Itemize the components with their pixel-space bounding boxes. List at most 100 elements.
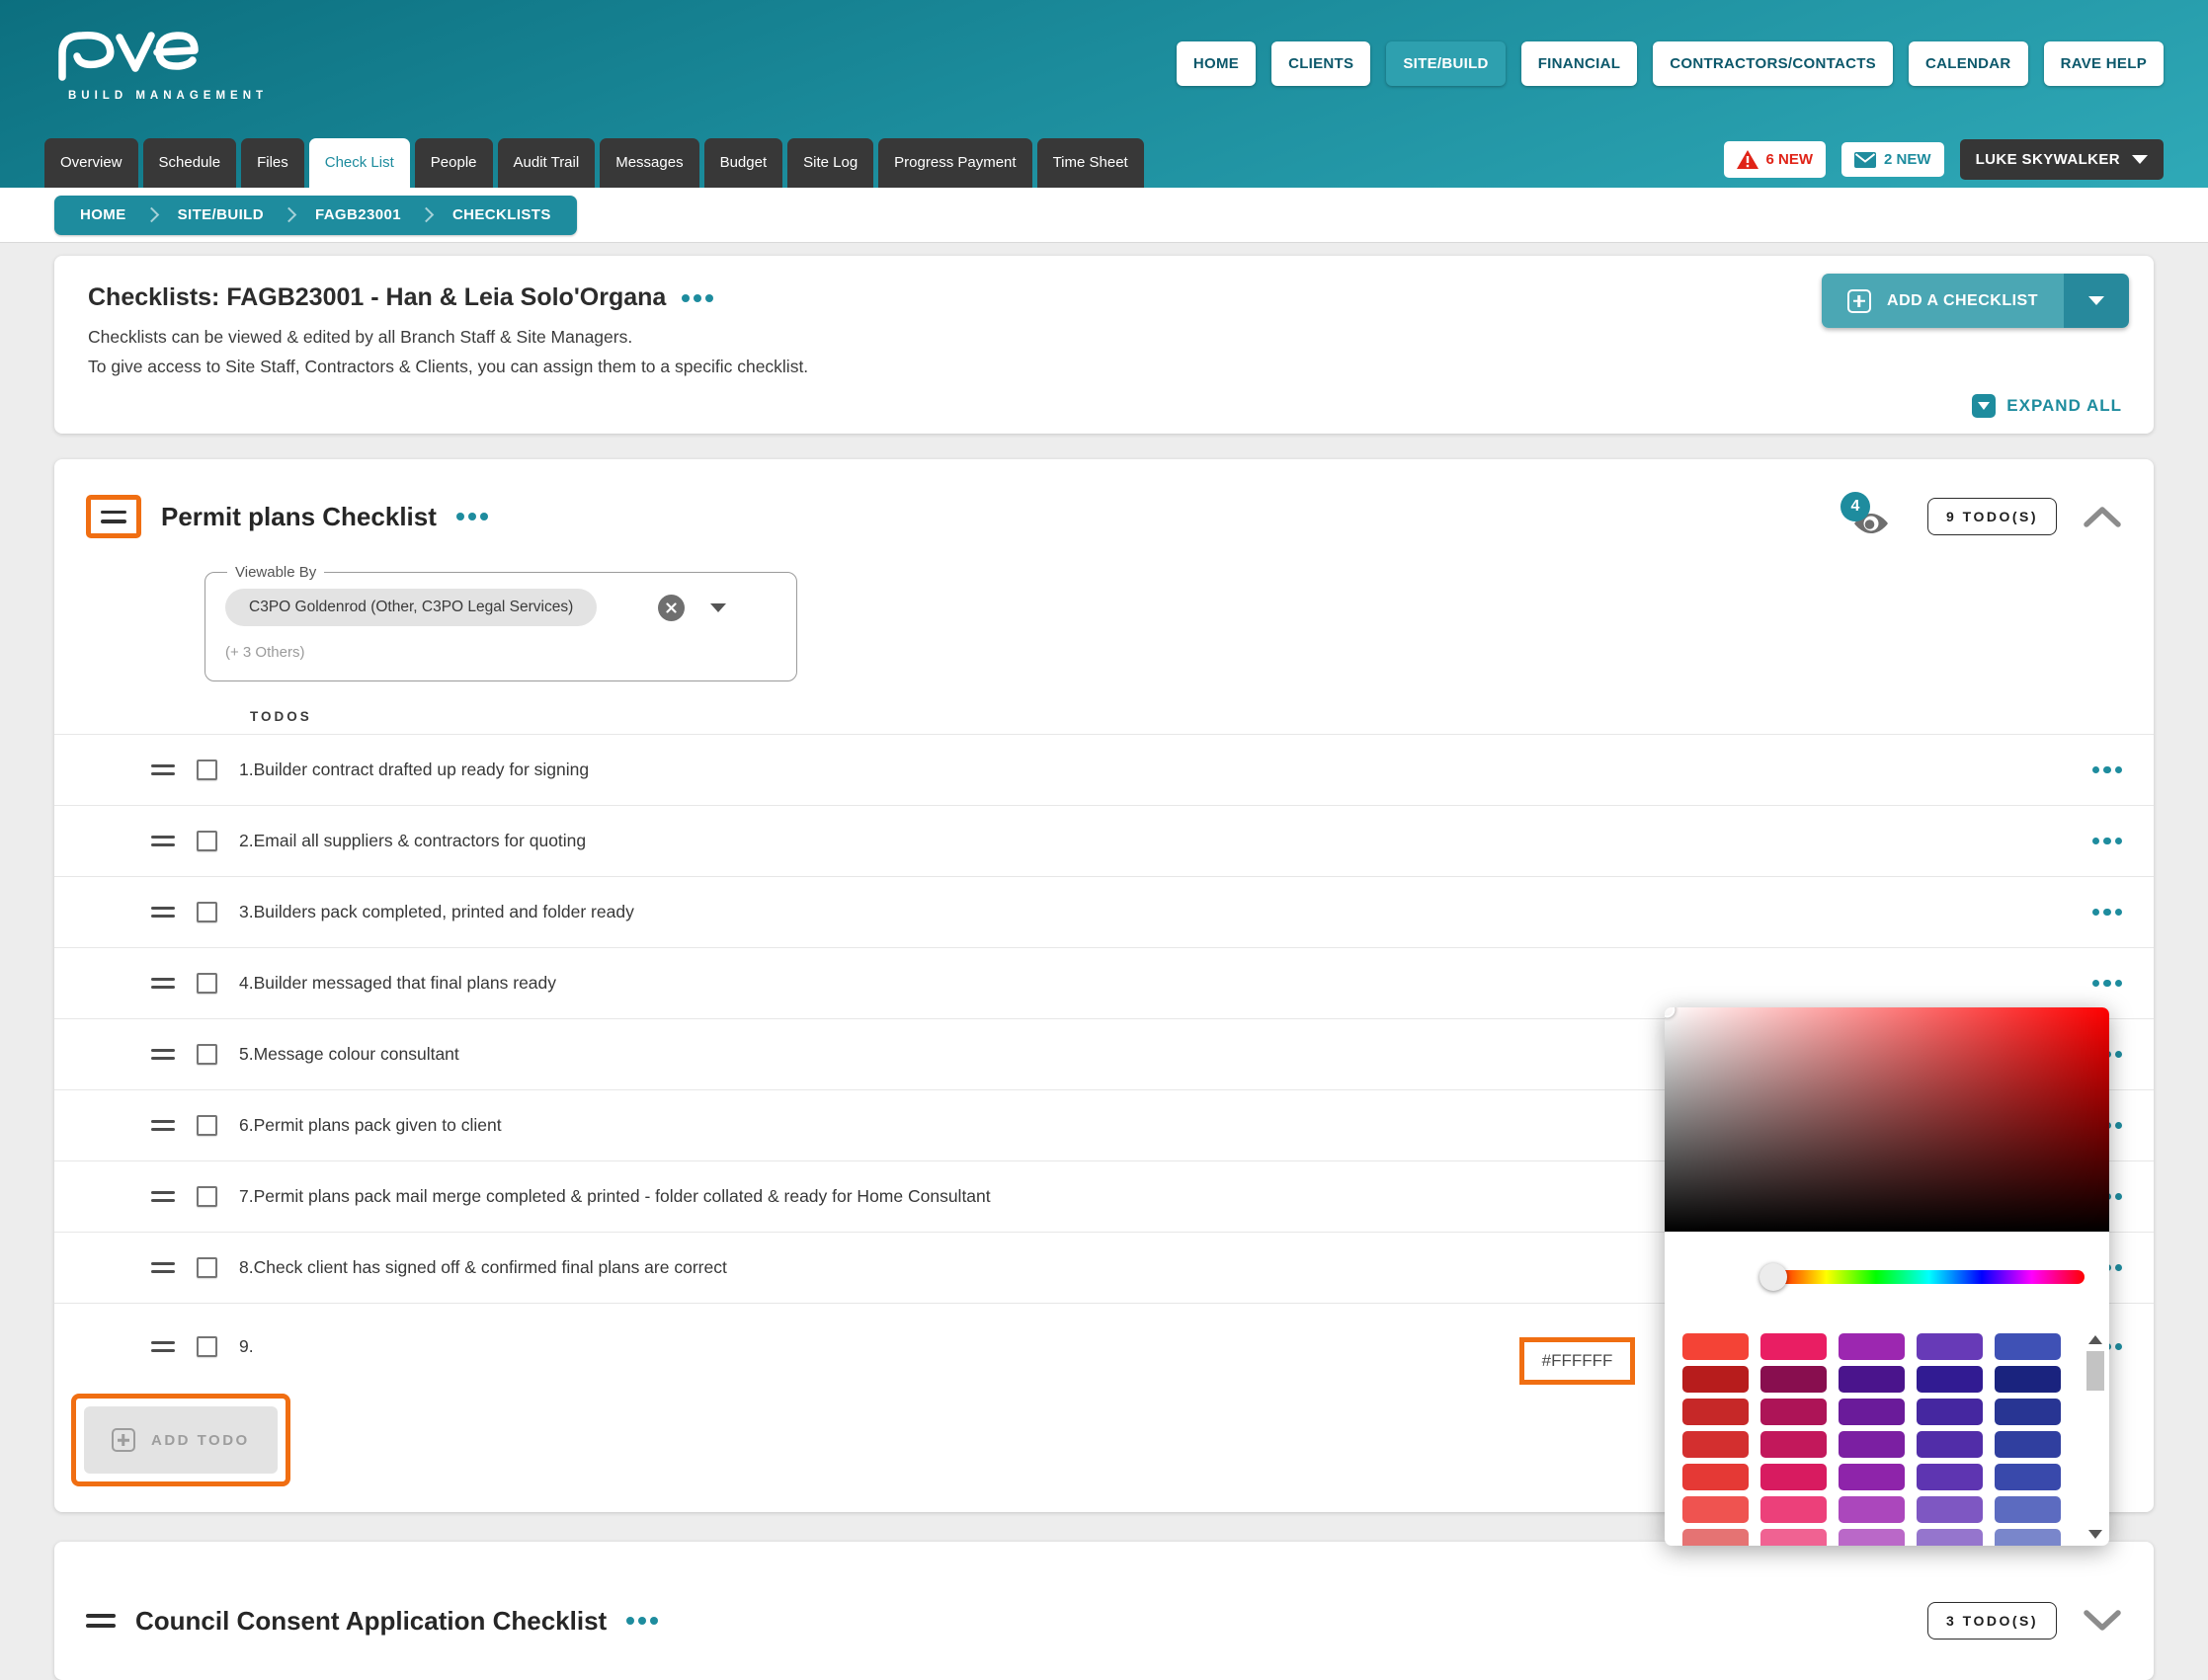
todo-drag-handle[interactable] (151, 1191, 175, 1202)
top-nav-button[interactable]: SITE/BUILD (1386, 41, 1505, 86)
todo-checkbox[interactable] (197, 902, 217, 922)
user-menu-button[interactable]: LUKE SKYWALKER (1960, 139, 2164, 180)
todo-actions-menu[interactable] (2092, 909, 2123, 917)
color-swatch[interactable] (1839, 1399, 1905, 1425)
color-swatch[interactable] (1760, 1496, 1827, 1523)
todo-checkbox[interactable] (197, 1257, 217, 1278)
top-nav-button[interactable]: FINANCIAL (1521, 41, 1638, 86)
color-swatch[interactable] (1760, 1333, 1827, 1360)
color-swatch[interactable] (1839, 1464, 1905, 1490)
breadcrumb-item[interactable]: CHECKLISTS (401, 206, 551, 223)
project-tab[interactable]: Messages (600, 138, 698, 188)
project-tab[interactable]: Check List (309, 138, 410, 188)
council-todo-count-pill[interactable]: 3 TODO(S) (1927, 1602, 2057, 1640)
add-checklist-split-button[interactable]: ADD A CHECKLIST (1822, 274, 2129, 328)
color-swatch[interactable] (1839, 1366, 1905, 1393)
breadcrumb-item[interactable]: HOME (80, 206, 126, 223)
color-swatch[interactable] (1917, 1399, 1983, 1425)
checklist-drag-handle-highlighted[interactable] (86, 495, 141, 538)
todo-checkbox[interactable] (197, 1186, 217, 1207)
project-tab[interactable]: Site Log (787, 138, 873, 188)
viewable-by-dropdown-icon[interactable] (710, 603, 726, 612)
color-swatch[interactable] (1995, 1496, 2061, 1523)
scroll-down-icon[interactable] (2088, 1530, 2102, 1539)
project-tab[interactable]: Budget (704, 138, 783, 188)
permit-checklist-actions-menu[interactable] (456, 513, 488, 520)
top-nav-button[interactable]: CLIENTS (1271, 41, 1370, 86)
todo-checkbox[interactable] (197, 760, 217, 780)
project-tab[interactable]: Files (241, 138, 304, 188)
color-swatch[interactable] (1760, 1529, 1827, 1546)
color-swatch[interactable] (1760, 1464, 1827, 1490)
color-swatch[interactable] (1995, 1431, 2061, 1458)
permit-todo-count-pill[interactable]: 9 TODO(S) (1927, 498, 2057, 535)
scroll-up-icon[interactable] (2088, 1335, 2102, 1344)
color-swatch[interactable] (1839, 1496, 1905, 1523)
color-swatch[interactable] (1682, 1431, 1749, 1458)
viewable-by-select[interactable]: Viewable By C3PO Goldenrod (Other, C3PO … (204, 564, 797, 681)
color-swatch[interactable] (1995, 1399, 2061, 1425)
color-swatch[interactable] (1917, 1464, 1983, 1490)
color-swatch[interactable] (1760, 1431, 1827, 1458)
color-hex-input[interactable] (1524, 1351, 1630, 1371)
color-swatch[interactable] (1995, 1464, 2061, 1490)
breadcrumb-item[interactable]: FAGB23001 (264, 206, 401, 223)
color-swatch[interactable] (1682, 1366, 1749, 1393)
todo-drag-handle[interactable] (151, 1049, 175, 1060)
remove-viewer-button[interactable] (658, 595, 685, 621)
top-nav-button[interactable]: CONTRACTORS/CONTACTS (1653, 41, 1893, 86)
color-swatch[interactable] (1917, 1333, 1983, 1360)
color-swatch[interactable] (1682, 1529, 1749, 1546)
todo-drag-handle[interactable] (151, 978, 175, 989)
todo-actions-menu[interactable] (2092, 980, 2123, 988)
expand-checklist-button[interactable] (2083, 1609, 2122, 1633)
color-swatch[interactable] (1995, 1529, 2061, 1546)
top-nav-button[interactable]: HOME (1177, 41, 1256, 86)
top-nav-button[interactable]: RAVE HELP (2044, 41, 2164, 86)
todo-drag-handle[interactable] (151, 1341, 175, 1352)
color-swatch[interactable] (1995, 1366, 2061, 1393)
scrollbar-thumb[interactable] (2086, 1351, 2104, 1391)
project-tab[interactable]: People (415, 138, 493, 188)
color-swatch[interactable] (1760, 1366, 1827, 1393)
color-swatch[interactable] (1682, 1496, 1749, 1523)
checklist-drag-handle[interactable] (86, 1614, 116, 1628)
saturation-value-gradient[interactable] (1665, 1007, 2109, 1232)
todo-checkbox[interactable] (197, 831, 217, 851)
project-tab[interactable]: Overview (44, 138, 138, 188)
add-todo-button[interactable]: ADD TODO (84, 1406, 278, 1474)
project-tab[interactable]: Schedule (143, 138, 237, 188)
alerts-button[interactable]: 6 NEW (1724, 141, 1827, 178)
todo-drag-handle[interactable] (151, 907, 175, 918)
hue-slider-handle[interactable] (1759, 1263, 1787, 1291)
color-swatch[interactable] (1839, 1431, 1905, 1458)
breadcrumb-item[interactable]: SITE/BUILD (126, 206, 264, 223)
todo-checkbox[interactable] (197, 973, 217, 994)
todo-drag-handle[interactable] (151, 1120, 175, 1131)
color-swatch[interactable] (1917, 1496, 1983, 1523)
todo-checkbox[interactable] (197, 1044, 217, 1065)
expand-all-button[interactable]: EXPAND ALL (1972, 394, 2122, 418)
todo-checkbox[interactable] (197, 1115, 217, 1136)
page-title-actions-menu[interactable] (682, 294, 713, 302)
todo-actions-menu[interactable] (2092, 838, 2123, 845)
project-tab[interactable]: Progress Payment (878, 138, 1031, 188)
project-tab[interactable]: Audit Trail (498, 138, 596, 188)
council-checklist-actions-menu[interactable] (626, 1617, 658, 1625)
watchers-indicator[interactable]: 4 (1840, 496, 1890, 537)
color-swatch[interactable] (1995, 1333, 2061, 1360)
collapse-checklist-button[interactable] (2083, 505, 2122, 528)
top-nav-button[interactable]: CALENDAR (1909, 41, 2028, 86)
todo-drag-handle[interactable] (151, 764, 175, 775)
color-swatch[interactable] (1839, 1333, 1905, 1360)
color-swatch[interactable] (1760, 1399, 1827, 1425)
color-swatch[interactable] (1682, 1333, 1749, 1360)
add-checklist-dropdown[interactable] (2064, 274, 2129, 328)
gradient-cursor[interactable] (1665, 1007, 1675, 1017)
todo-checkbox[interactable] (197, 1336, 217, 1357)
todo-drag-handle[interactable] (151, 1262, 175, 1273)
color-swatch[interactable] (1682, 1399, 1749, 1425)
color-swatch[interactable] (1917, 1529, 1983, 1546)
project-tab[interactable]: Time Sheet (1037, 138, 1144, 188)
hue-slider[interactable] (1773, 1270, 2085, 1284)
